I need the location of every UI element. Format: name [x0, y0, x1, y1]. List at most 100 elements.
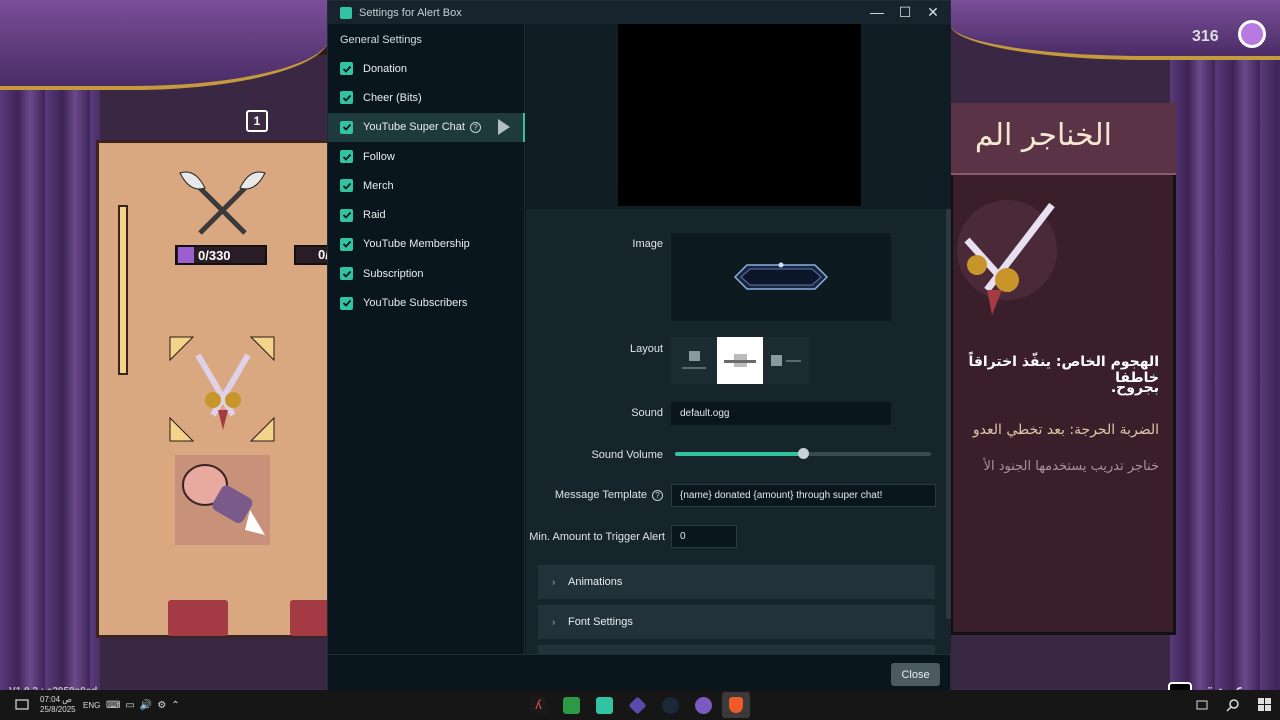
app-diamond-icon[interactable]: [628, 696, 647, 715]
taskbar: 07:04 ص 25/8/2025 ENG ⌨▭🔊⚙⌃ ʎ: [0, 690, 1280, 720]
item-counter: 0/330: [175, 245, 267, 265]
chevron-right-icon: ›: [552, 616, 556, 628]
layout-image-left-option[interactable]: [763, 337, 809, 384]
curtain-right: [1170, 0, 1280, 690]
accordion-label: Font Settings: [568, 616, 633, 628]
sound-volume-label: Sound Volume: [591, 449, 663, 461]
font-settings-accordion[interactable]: › Font Settings: [538, 605, 935, 639]
settings-scrollbar[interactable]: [946, 209, 951, 619]
notification-icon[interactable]: [15, 698, 29, 712]
image-label: Image: [632, 238, 663, 250]
sidebar-item-label: YouTube Super Chat: [363, 121, 465, 134]
system-tray-icons[interactable]: ⌨▭🔊⚙⌃: [106, 700, 185, 711]
currency-icon: [1238, 20, 1266, 48]
fist-item-icon[interactable]: [175, 455, 270, 545]
windows-start-icon[interactable]: [1258, 698, 1271, 711]
brave-icon[interactable]: [722, 692, 750, 718]
item-description-line: الضربة الحرجة: بعد تخطي العدو: [972, 422, 1159, 438]
checkbox-checked-icon[interactable]: [340, 296, 353, 310]
layout-banner-overlay-option[interactable]: [717, 337, 763, 384]
daggers-item-icon[interactable]: [168, 335, 276, 443]
app-icon: [340, 6, 352, 19]
xbox-icon[interactable]: [563, 697, 580, 714]
sidebar-item-raid[interactable]: Raid: [328, 200, 524, 229]
sidebar-item-label: Raid: [363, 209, 386, 222]
alert-preview: [618, 24, 861, 206]
sound-file-field[interactable]: default.ogg: [671, 402, 891, 425]
search-icon[interactable]: [1226, 698, 1240, 712]
layout-image-above-option[interactable]: [671, 337, 717, 384]
general-settings-link[interactable]: General Settings: [328, 24, 524, 54]
keyboard-icon[interactable]: [1196, 699, 1208, 711]
item-description-line: خناجر تدريب يستخدمها الجنود الأ: [983, 459, 1159, 474]
help-icon[interactable]: ?: [469, 121, 481, 133]
checkbox-checked-icon[interactable]: [340, 62, 353, 76]
language-indicator[interactable]: ENG: [83, 701, 100, 710]
window-footer: Close: [328, 654, 950, 691]
sidebar-item-cheer[interactable]: Cheer (Bits): [328, 83, 524, 112]
maximize-button[interactable]: ☐: [898, 4, 912, 21]
sidebar-item-donation[interactable]: Donation: [328, 54, 524, 83]
image-picker[interactable]: [671, 233, 891, 321]
chevron-right-icon: ›: [552, 576, 556, 588]
window-titlebar[interactable]: Settings for Alert Box: [328, 1, 950, 24]
checkbox-checked-icon[interactable]: [340, 91, 353, 105]
discord-icon[interactable]: [695, 697, 712, 714]
inventory-scroll-rail[interactable]: [118, 205, 128, 375]
steam-icon[interactable]: [662, 697, 679, 714]
sidebar-item-youtube-super-chat[interactable]: YouTube Super Chat ?: [328, 112, 525, 143]
inventory-item[interactable]: [290, 600, 330, 636]
sidebar-item-label: Subscription: [363, 267, 424, 280]
sidebar-item-merch[interactable]: Merch: [328, 171, 524, 200]
score-value: 316: [1192, 28, 1219, 45]
window-controls: — ☐ ✕: [870, 4, 940, 21]
minimize-button[interactable]: —: [870, 4, 884, 21]
taskbar-clock[interactable]: 07:04 ص 25/8/2025: [40, 695, 80, 715]
sidebar-item-follow[interactable]: Follow: [328, 142, 524, 171]
window-title: Settings for Alert Box: [359, 6, 462, 19]
sidebar-item-youtube-membership[interactable]: YouTube Membership: [328, 230, 524, 259]
curtain-drape-right: [950, 0, 1280, 60]
checkbox-checked-icon[interactable]: [340, 267, 353, 281]
preview-area: [526, 24, 951, 209]
min-amount-field[interactable]: 0: [671, 525, 737, 548]
curtain-left: [0, 0, 100, 690]
checkbox-checked-icon[interactable]: [340, 208, 353, 222]
sound-label: Sound: [631, 407, 663, 419]
sidebar-item-subscription[interactable]: Subscription: [328, 259, 524, 288]
checkbox-checked-icon[interactable]: [340, 237, 353, 251]
volume-slider-handle[interactable]: [798, 448, 809, 459]
alert-box-settings-window: Settings for Alert Box — ☐ ✕ General Set…: [327, 0, 951, 691]
layout-label: Layout: [629, 343, 663, 355]
curtain-drape-left: [0, 0, 330, 90]
item-description-line: بجروح.: [1110, 380, 1159, 396]
axe-item-icon[interactable]: [175, 168, 270, 238]
help-icon[interactable]: ?: [652, 490, 663, 501]
message-template-field[interactable]: {name} donated {amount} through super ch…: [671, 484, 936, 507]
streamlabs-icon[interactable]: [596, 697, 613, 714]
inventory-item[interactable]: [168, 600, 228, 636]
settings-main: Image Layout Sound default.ogg Sound Vol…: [526, 24, 951, 654]
item-title: الخناجر الم: [974, 118, 1112, 153]
layout-selector: [671, 337, 809, 384]
checkbox-checked-icon[interactable]: [340, 150, 353, 164]
sidebar-item-youtube-subscribers[interactable]: YouTube Subscribers: [328, 288, 524, 317]
sidebar-item-label: Donation: [363, 62, 408, 75]
checkbox-checked-icon[interactable]: [340, 120, 353, 134]
accordion-label: Animations: [568, 576, 623, 588]
sidebar-item-label: Cheer (Bits): [363, 91, 422, 104]
play-preview-icon[interactable]: [498, 119, 510, 136]
close-window-button[interactable]: ✕: [926, 4, 940, 21]
next-accordion[interactable]: [538, 645, 935, 654]
volume-fill: [675, 452, 803, 456]
checkbox-checked-icon[interactable]: [340, 179, 353, 193]
close-button[interactable]: Close: [891, 663, 940, 686]
sound-volume-slider[interactable]: [675, 448, 931, 459]
min-amount-label: Min. Amount to Trigger Alert: [529, 531, 665, 543]
animations-accordion[interactable]: › Animations: [538, 565, 935, 599]
app-icon-taskbar[interactable]: ʎ: [530, 697, 547, 714]
daggers-detail-icon: [957, 200, 1057, 315]
level-badge: 1: [246, 110, 268, 132]
sidebar-item-label: Merch: [363, 179, 394, 192]
sidebar-item-label: YouTube Membership: [363, 238, 470, 251]
